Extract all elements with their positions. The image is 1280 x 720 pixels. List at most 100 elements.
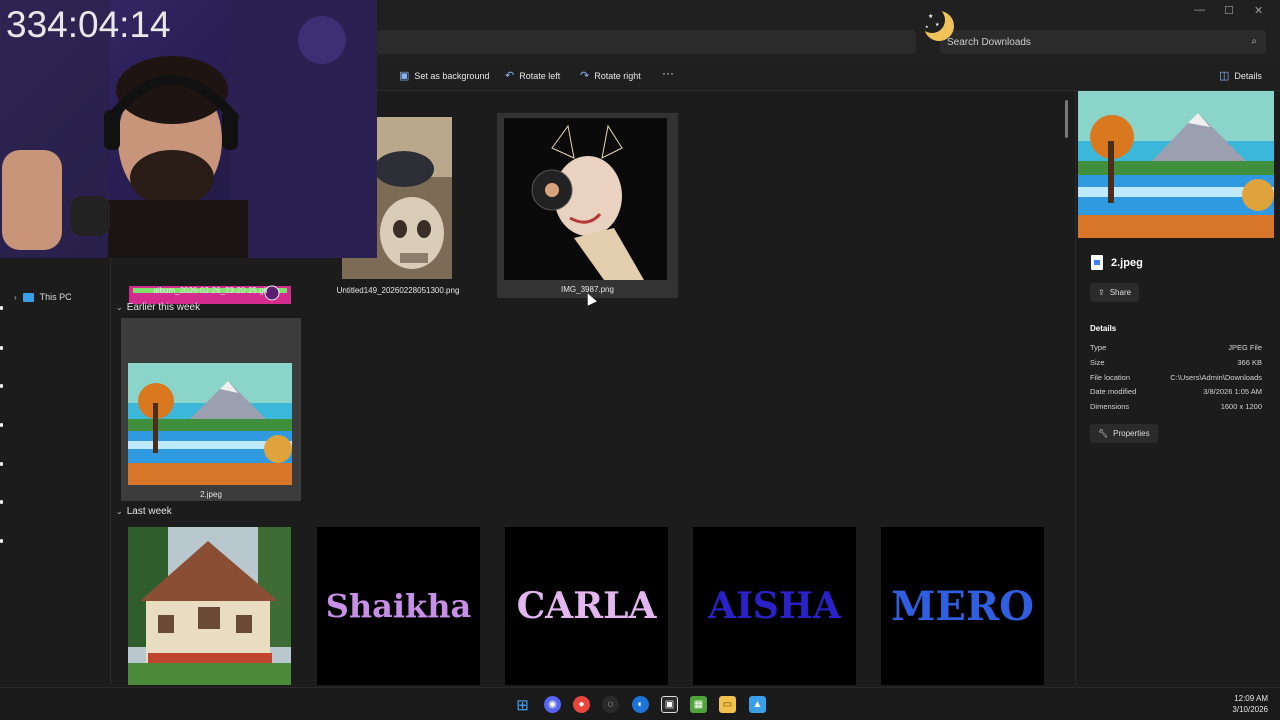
media-icon[interactable]: ▣ bbox=[661, 696, 678, 713]
details-preview bbox=[1078, 91, 1274, 238]
details-row-type: Type JPEG File bbox=[1090, 343, 1262, 352]
details-value: 3/8/2026 1:05 AM bbox=[1203, 387, 1262, 396]
search-box[interactable]: Search Downloads ⌕ bbox=[940, 30, 1266, 54]
taskbar: ⊞ ◉ ● ◌ ◐ ▣ ▦ ▭ ▲ 12:09 AM 3/10/2026 bbox=[0, 687, 1280, 720]
photos-icon[interactable]: ▲ bbox=[749, 696, 766, 713]
details-row-dimensions: Dimensions 1600 x 1200 bbox=[1090, 402, 1262, 411]
file-name: album_2026-02-26_23-20-25.gif bbox=[153, 286, 268, 295]
file-tile[interactable] bbox=[128, 527, 292, 685]
start-icon[interactable]: ⊞ bbox=[514, 696, 531, 714]
rotate-left-icon: ↶ bbox=[505, 70, 515, 82]
file-name: Untitled149_20260228051300.png bbox=[336, 286, 460, 295]
image-file-icon bbox=[1091, 255, 1103, 270]
properties-button[interactable]: 🔧︎ Properties bbox=[1090, 424, 1158, 443]
rotate-right-icon: ↷ bbox=[580, 70, 590, 82]
file-thumbnail bbox=[504, 118, 667, 280]
rotate-left-label: Rotate left bbox=[519, 70, 561, 81]
file-tile-selected[interactable]: 2.jpeg bbox=[121, 318, 301, 501]
more-options-button[interactable]: ··· bbox=[662, 66, 674, 80]
search-placeholder: Search Downloads bbox=[947, 37, 1031, 48]
search-icon[interactable]: ⌕ bbox=[1251, 36, 1257, 47]
window-edge-marker bbox=[0, 500, 3, 504]
webcam-overlay: 334:04:14 bbox=[0, 0, 377, 258]
details-value: JPEG File bbox=[1228, 343, 1262, 352]
details-label: Dimensions bbox=[1090, 402, 1130, 411]
window-edge-marker bbox=[0, 384, 3, 388]
window-edge-marker bbox=[0, 346, 3, 350]
file-thumbnail-text: Shaikha bbox=[325, 587, 472, 625]
details-row-location: File location C:\Users\Admin\Downloads bbox=[1090, 373, 1262, 382]
nav-item-label: This PC bbox=[39, 292, 72, 302]
group-title: Earlier this week bbox=[126, 302, 201, 313]
details-label: Type bbox=[1090, 343, 1107, 352]
moon-stars-icon: ★ ★ ★ bbox=[919, 7, 954, 41]
set-as-background-button[interactable]: ▣ Set as background bbox=[399, 69, 489, 82]
group-title: Last week bbox=[126, 506, 172, 517]
minimize-icon[interactable]: — bbox=[1194, 4, 1205, 16]
details-label: Date modified bbox=[1090, 387, 1137, 396]
details-row-size: Size 366 KB bbox=[1090, 358, 1262, 367]
details-label: Size bbox=[1090, 358, 1105, 367]
chrome-icon[interactable]: ● bbox=[573, 696, 590, 713]
file-name: 2.jpeg bbox=[200, 490, 222, 499]
details-value: 1600 x 1200 bbox=[1220, 402, 1262, 411]
file-tile-hovered[interactable]: IMG_3987.png bbox=[497, 113, 678, 298]
window-edge-marker bbox=[0, 462, 3, 466]
details-label: Details bbox=[1234, 70, 1262, 81]
chevron-right-icon[interactable]: › bbox=[14, 293, 17, 302]
chevron-down-icon[interactable]: ⌄ bbox=[116, 303, 123, 312]
rotate-right-button[interactable]: ↷ Rotate right bbox=[580, 69, 641, 82]
svg-text:★: ★ bbox=[935, 22, 940, 28]
file-tile[interactable]: CARLA bbox=[505, 527, 668, 685]
file-tile[interactable]: AISHA bbox=[693, 527, 856, 685]
address-bar[interactable] bbox=[376, 30, 916, 54]
file-thumbnail bbox=[128, 363, 292, 485]
details-pane: 2.jpeg ⇪ Share Details Type JPEG File Si… bbox=[1075, 91, 1280, 685]
group-header-earlier-this-week[interactable]: ⌄ Earlier this week bbox=[116, 302, 200, 313]
details-row-date-modified: Date modified 3/8/2026 1:05 AM bbox=[1090, 387, 1262, 396]
minecraft-icon[interactable]: ▦ bbox=[690, 696, 707, 713]
details-pane-icon: ◫ bbox=[1219, 70, 1230, 82]
group-header-last-week[interactable]: ⌄ Last week bbox=[116, 506, 172, 517]
computer-icon bbox=[22, 292, 34, 302]
file-tile[interactable]: MERO bbox=[881, 527, 1044, 685]
nav-item-this-pc[interactable]: › This PC bbox=[14, 292, 72, 302]
stream-timer: 334:04:14 bbox=[6, 4, 171, 45]
maximize-icon[interactable]: ☐ bbox=[1224, 4, 1234, 17]
details-value: 366 KB bbox=[1237, 358, 1262, 367]
close-icon[interactable]: ✕ bbox=[1254, 4, 1263, 17]
details-value[interactable]: C:\Users\Admin\Downloads bbox=[1170, 373, 1262, 382]
file-thumbnail bbox=[128, 527, 291, 685]
system-clock[interactable]: 12:09 AM 3/10/2026 bbox=[1232, 693, 1268, 715]
rotate-right-label: Rotate right bbox=[594, 70, 641, 81]
details-pane-button[interactable]: ◫ Details bbox=[1219, 69, 1262, 82]
file-thumbnail bbox=[129, 257, 292, 305]
more-label: ··· bbox=[662, 66, 674, 80]
window-edge-marker bbox=[0, 306, 3, 310]
discord-icon[interactable]: ◉ bbox=[544, 696, 561, 713]
file-thumbnail-text: AISHA bbox=[708, 585, 841, 627]
set-as-background-label: Set as background bbox=[414, 70, 490, 81]
file-explorer-window: — ☐ ✕ Search Downloads ⌕ ★ ★ ★ ▣ Set as … bbox=[0, 0, 1280, 720]
file-explorer-icon[interactable]: ▭ bbox=[719, 696, 736, 713]
details-file-name-label: 2.jpeg bbox=[1111, 256, 1143, 269]
details-file-name: 2.jpeg bbox=[1091, 255, 1143, 270]
wrench-icon: 🔧︎ bbox=[1098, 429, 1109, 438]
desktop-icon: ▣ bbox=[399, 70, 410, 82]
share-icon: ⇪ bbox=[1098, 288, 1105, 297]
details-label: File location bbox=[1090, 373, 1131, 382]
app-icon[interactable]: ◌ bbox=[602, 696, 619, 713]
share-button[interactable]: ⇪ Share bbox=[1090, 283, 1140, 302]
details-section-title: Details bbox=[1090, 324, 1117, 333]
browser-icon[interactable]: ◐ bbox=[632, 696, 649, 713]
file-thumbnail-text: MERO bbox=[891, 582, 1034, 630]
rotate-left-button[interactable]: ↶ Rotate left bbox=[505, 69, 560, 82]
chevron-down-icon[interactable]: ⌄ bbox=[116, 507, 123, 516]
svg-text:★: ★ bbox=[925, 24, 929, 29]
window-edge-marker bbox=[0, 539, 3, 543]
vertical-scrollbar[interactable] bbox=[1065, 100, 1068, 138]
file-tile[interactable]: Shaikha bbox=[317, 527, 480, 685]
clock-date: 3/10/2026 bbox=[1232, 705, 1268, 714]
share-label: Share bbox=[1109, 288, 1132, 297]
file-thumbnail-text: CARLA bbox=[516, 585, 657, 627]
